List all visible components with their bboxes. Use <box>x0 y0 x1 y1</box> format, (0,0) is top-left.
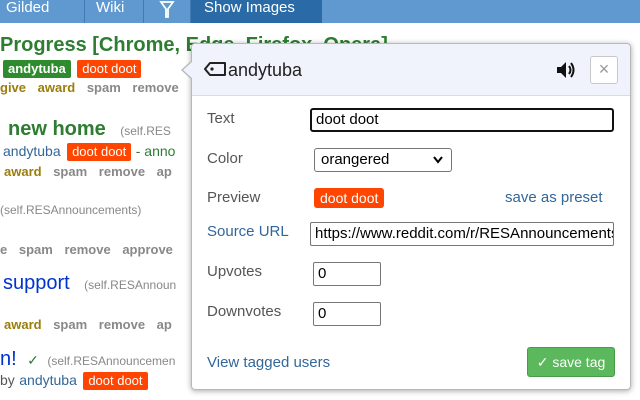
spam-button[interactable]: spam <box>19 242 53 257</box>
post-buttons: give award spam remove <box>0 80 179 95</box>
spam-button[interactable]: spam <box>87 80 121 95</box>
tag-flair[interactable]: doot doot <box>83 372 148 390</box>
approve-button[interactable]: ap <box>157 317 172 332</box>
post-buttons: award spam remove ap <box>4 317 172 332</box>
save-tag-button[interactable]: ✓ save tag <box>527 347 615 377</box>
award-button[interactable]: award <box>4 317 42 332</box>
view-tagged-users-link[interactable]: View tagged users <box>207 354 330 371</box>
post-domain[interactable]: (self.RESAnnoun <box>84 278 176 292</box>
post-buttons: e spam remove approve <box>0 242 173 257</box>
post-domain[interactable]: (self.RESAnnouncemen <box>47 354 175 368</box>
downvotes-input[interactable]: 0 <box>313 302 381 326</box>
tag-icon <box>204 62 226 76</box>
color-select[interactable]: orangered <box>314 148 452 172</box>
spam-button[interactable]: spam <box>53 164 87 179</box>
remove-button[interactable]: remove <box>64 242 110 257</box>
award-button[interactable]: give award <box>0 80 75 95</box>
popup-header: andytuba × <box>192 44 630 96</box>
post-domain[interactable]: (self.RESAnnouncements) <box>0 203 141 217</box>
color-select-value: orangered <box>321 151 390 168</box>
save-as-preset-link[interactable]: save as preset <box>505 189 603 206</box>
user-tagger-popup: andytuba × Text doot doot Color orangere… <box>181 43 631 390</box>
post-title[interactable]: new home <box>8 118 106 140</box>
award-button[interactable]: e <box>0 242 7 257</box>
tab-gilded[interactable]: Gilded <box>6 0 49 23</box>
text-label: Text <box>207 110 235 127</box>
tag-preview: doot doot <box>314 188 385 208</box>
remove-button[interactable]: remove <box>99 317 145 332</box>
post-author[interactable]: andytuba <box>19 372 77 388</box>
tab-wiki[interactable]: Wiki <box>96 0 124 23</box>
approve-button[interactable]: approve <box>122 242 173 257</box>
filter-icon[interactable] <box>157 0 177 20</box>
post-title[interactable]: support <box>3 272 70 294</box>
top-nav-bar: Gilded Wiki Show Images <box>0 0 640 23</box>
post-meta: - anno <box>135 143 176 159</box>
upvotes-label: Upvotes <box>207 263 263 280</box>
source-url-input[interactable]: https://www.reddit.com/r/RESAnnouncement… <box>310 222 614 246</box>
color-label: Color <box>207 150 243 167</box>
author-prefix: by <box>0 372 15 388</box>
tab-divider <box>84 0 85 23</box>
tag-flair[interactable]: doot doot <box>67 143 132 161</box>
downvotes-label: Downvotes <box>207 303 282 320</box>
tag-flair[interactable]: doot doot <box>77 60 142 78</box>
remove-button[interactable]: remove <box>132 80 178 95</box>
post-domain[interactable]: (self.RES <box>120 124 171 138</box>
popup-username: andytuba <box>228 60 303 80</box>
chevron-down-icon <box>433 156 443 164</box>
tag-text-input[interactable]: doot doot <box>310 108 614 132</box>
remove-button[interactable]: remove <box>99 164 145 179</box>
tab-show-images[interactable]: Show Images <box>191 0 322 23</box>
check-icon: ✓ <box>27 352 39 368</box>
close-button[interactable]: × <box>590 56 618 84</box>
user-tag-flair[interactable]: andytuba <box>3 60 71 78</box>
spam-button[interactable]: spam <box>53 317 87 332</box>
upvotes-input[interactable]: 0 <box>313 262 381 286</box>
post-author[interactable]: andytuba <box>3 143 61 159</box>
award-button[interactable]: award <box>4 164 42 179</box>
approve-button[interactable]: ap <box>157 164 172 179</box>
source-url-link[interactable]: Source URL <box>207 223 289 240</box>
speaker-icon[interactable] <box>554 59 576 81</box>
preview-label: Preview <box>207 189 261 206</box>
post-buttons: award spam remove ap <box>4 164 172 179</box>
tab-divider <box>143 0 144 23</box>
post-title[interactable]: n! <box>0 348 17 370</box>
